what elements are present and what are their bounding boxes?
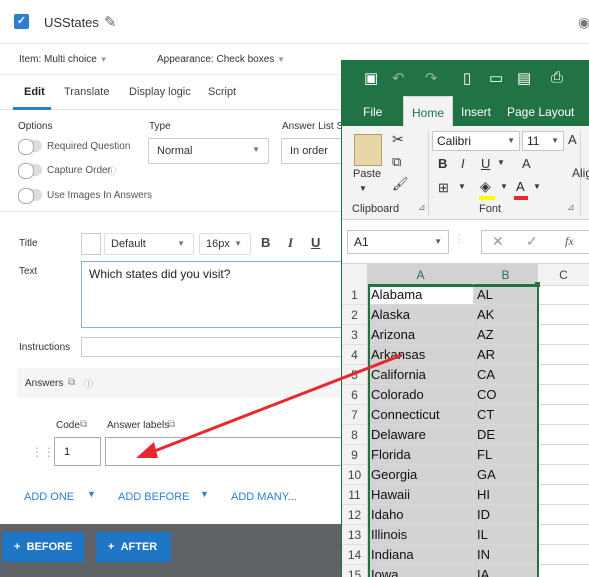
arrow-line [151, 353, 403, 454]
annotation-arrow [136, 353, 403, 458]
arrow-head [136, 442, 158, 458]
